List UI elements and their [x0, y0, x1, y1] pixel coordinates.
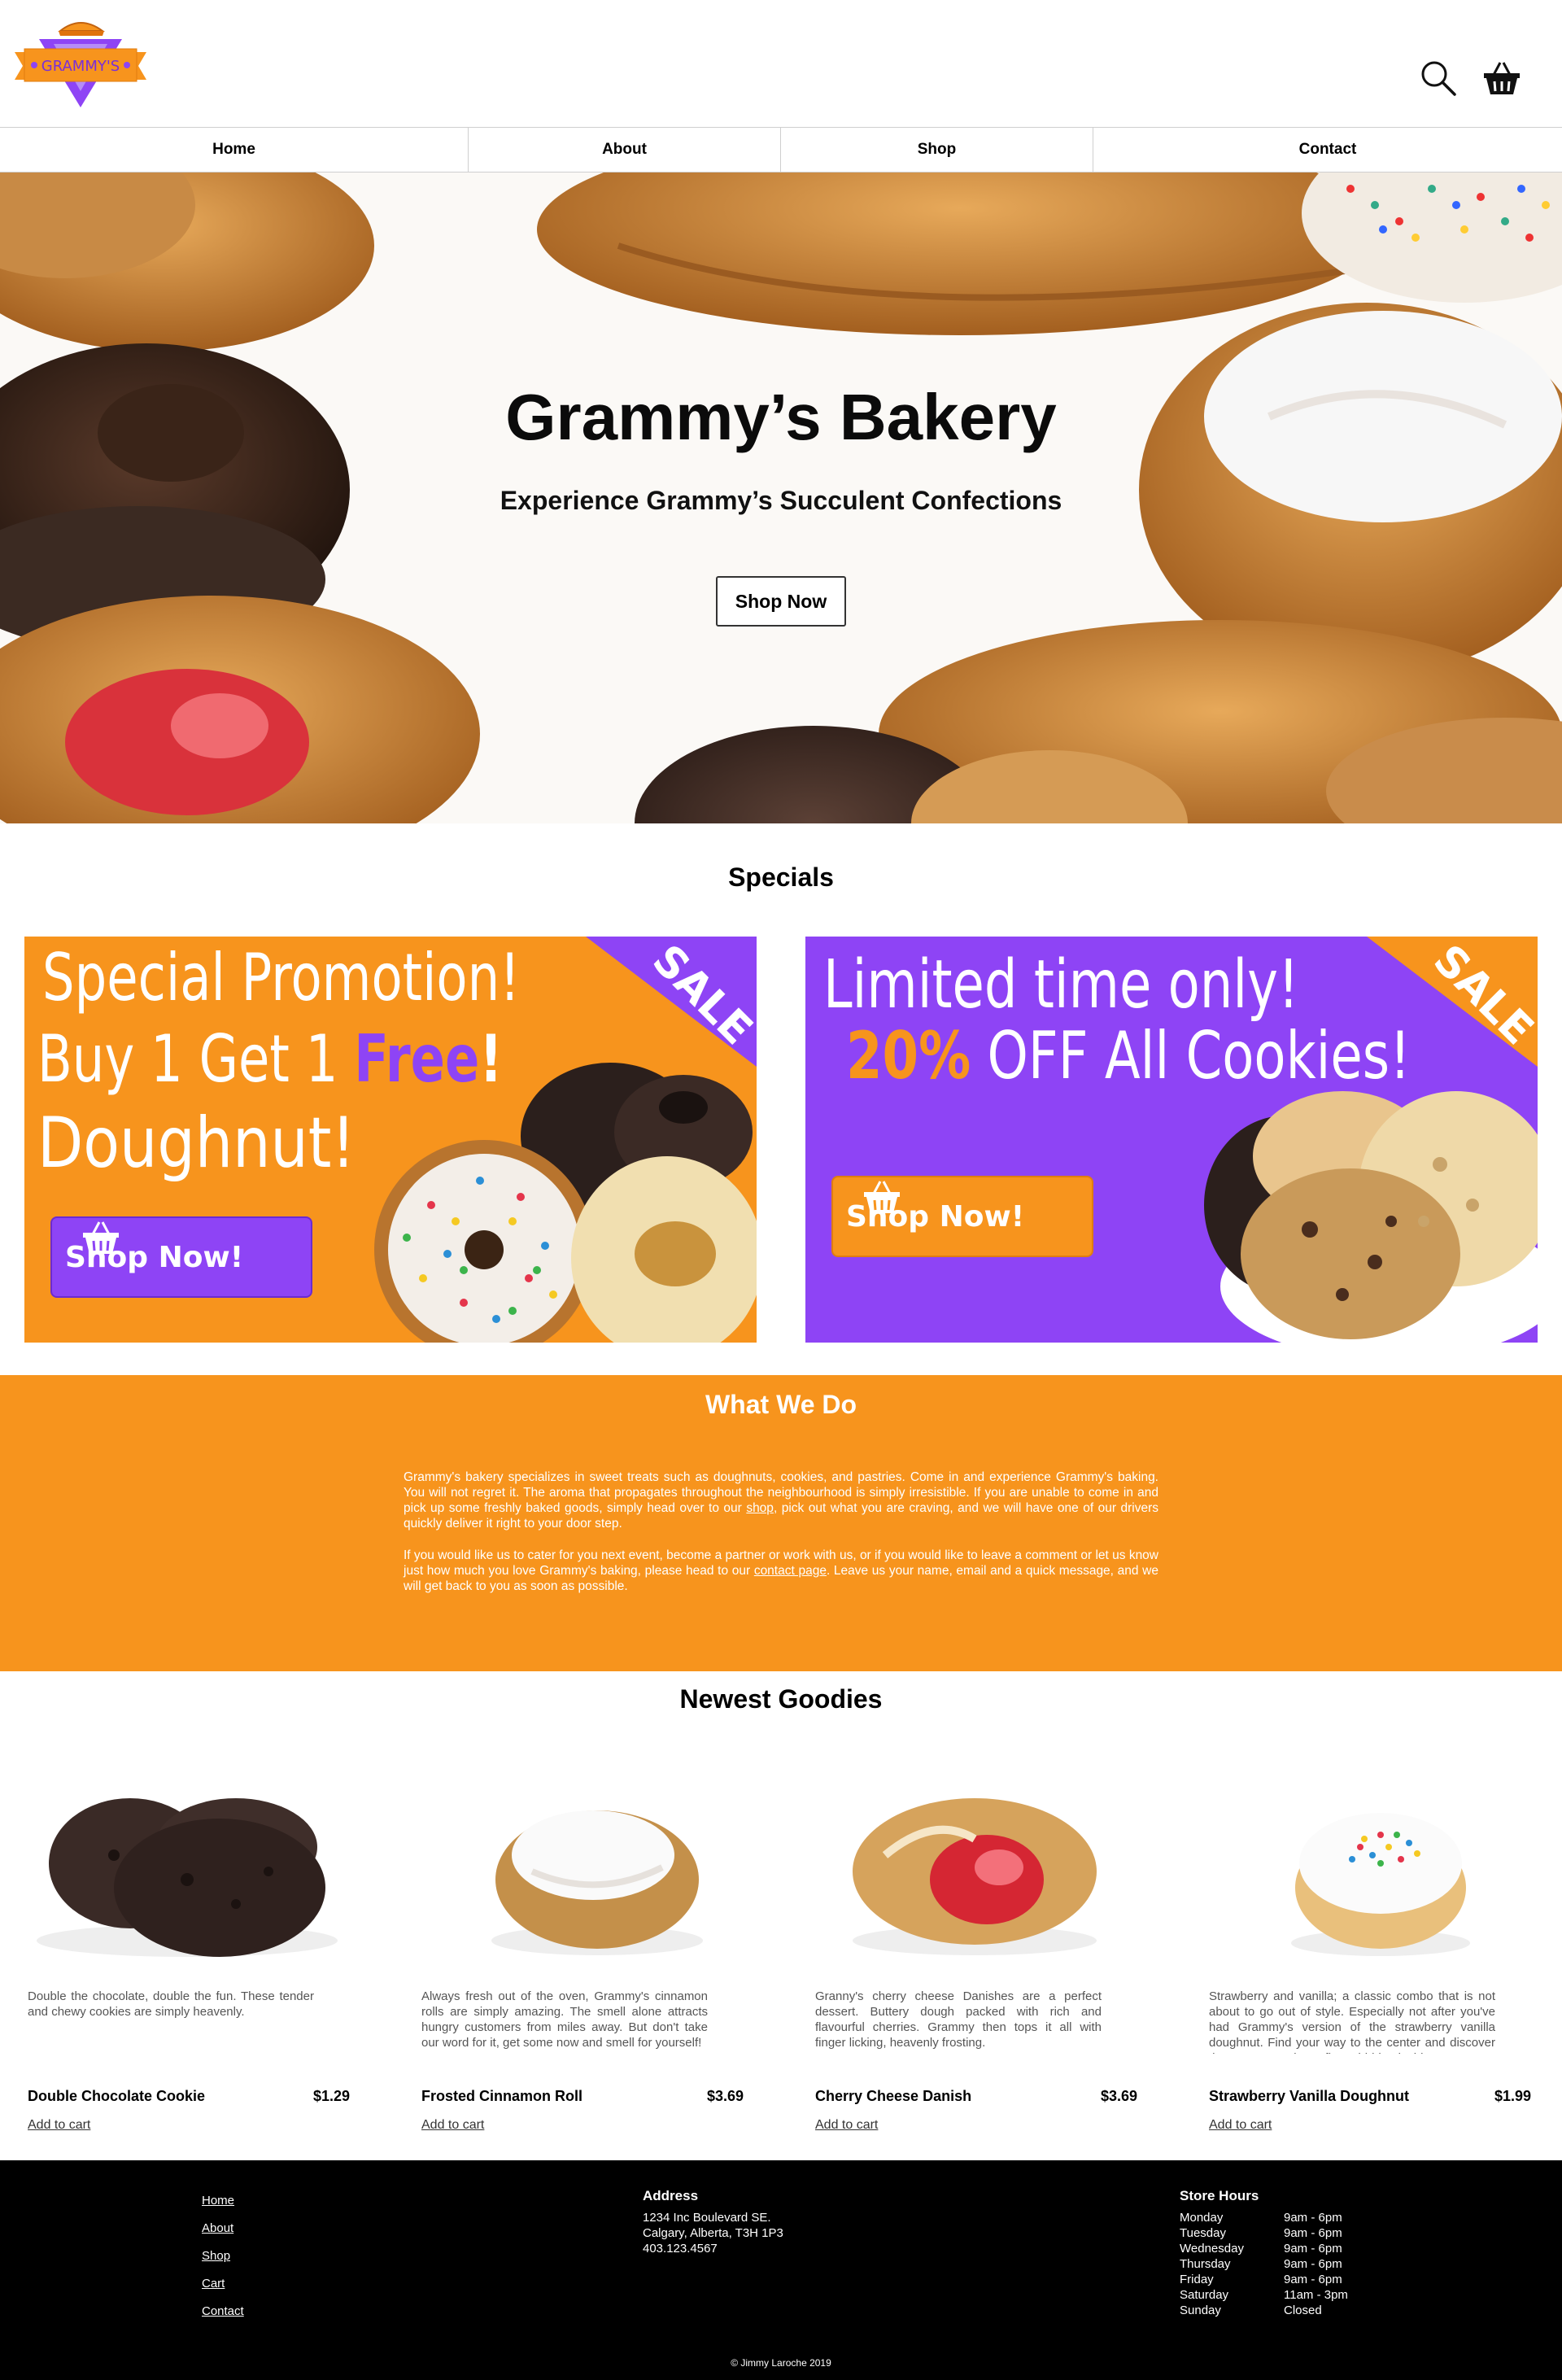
specials-title: Specials — [728, 862, 834, 892]
product-name: Cherry Cheese Danish — [815, 2088, 972, 2104]
promo1-line2-highlight: Free — [354, 1021, 480, 1097]
hours-row: Thursday 9am - 6pm — [1180, 2256, 1348, 2272]
hero-title: Grammy’s Bakery — [505, 381, 1057, 453]
footer-link-contact[interactable]: Contact — [202, 2304, 244, 2318]
hero-subtitle: Experience Grammy’s Succulent Confection… — [500, 486, 1062, 515]
hours-time: 9am - 6pm — [1284, 2226, 1342, 2240]
product-name: Double Chocolate Cookie — [28, 2088, 206, 2104]
hours-time: 9am - 6pm — [1284, 2211, 1342, 2225]
hours-day: Saturday — [1180, 2288, 1229, 2302]
hero-banner: Grammy’s Bakery Experience Grammy’s Succ… — [0, 172, 1562, 823]
promo2-line2-highlight: 20% — [846, 1018, 971, 1094]
footer-link-home[interactable]: Home — [202, 2194, 244, 2208]
hours-day: Wednesday — [1180, 2242, 1244, 2256]
double-chocolate-cookie-image[interactable] — [24, 1758, 350, 1977]
logo-text: GRAMMY'S — [41, 58, 120, 75]
what-we-do-body: Grammy's bakery specializes in sweet tre… — [404, 1469, 1158, 1610]
newest-goodies-title: Newest Goodies — [679, 1684, 883, 1714]
product-price: $3.69 — [706, 2088, 744, 2104]
hours-row: Sunday Closed — [1180, 2303, 1348, 2318]
footer-link-cart[interactable]: Cart — [202, 2277, 244, 2290]
frosted-cinnamon-roll-image[interactable] — [418, 1758, 744, 1977]
product-price: $3.69 — [1100, 2088, 1137, 2104]
add-to-cart-link[interactable]: Add to cart — [815, 2118, 878, 2133]
strawberry-vanilla-doughnut-image[interactable] — [1206, 1758, 1531, 1977]
add-to-cart-link[interactable]: Add to cart — [1209, 2118, 1272, 2133]
promo2-shop-now-button[interactable]: Shop Now! — [831, 1176, 1093, 1257]
promo1-line1: Special Promotion! — [42, 940, 521, 1015]
product-description: Granny's cherry cheese Danishes are a pe… — [815, 1989, 1102, 2050]
promo2-line2-suffix: OFF All Cookies! — [971, 1018, 1411, 1094]
shop-link[interactable]: shop — [746, 1501, 774, 1515]
promo-cookies-banner[interactable]: Limited time only! 20% OFF All Cookies! … — [805, 937, 1538, 1343]
nav-about[interactable]: About — [469, 128, 781, 172]
what-we-do-paragraph-2: If you would like us to cater for you ne… — [404, 1548, 1158, 1594]
basket-icon — [83, 1221, 119, 1254]
hours-row: Friday 9am - 6pm — [1180, 2272, 1348, 2287]
promo1-line2-suffix: ! — [479, 1021, 503, 1097]
product-card: Strawberry and vanilla; a classic combo … — [1206, 1758, 1531, 2148]
add-to-cart-link[interactable]: Add to cart — [28, 2118, 90, 2133]
nav-shop[interactable]: Shop — [781, 128, 1093, 172]
address-title: Address — [643, 2188, 699, 2203]
search-icon[interactable] — [1419, 59, 1458, 98]
hours-row: Wednesday 9am - 6pm — [1180, 2241, 1348, 2256]
promo2-line2: 20% OFF All Cookies! — [846, 1018, 1411, 1094]
nav-home[interactable]: Home — [0, 128, 469, 172]
site-footer: Home About Shop Cart Contact Address 123… — [0, 2160, 1562, 2380]
promo1-line2-prefix: Buy 1 Get 1 — [37, 1021, 355, 1097]
product-card: Double the chocolate, double the fun. Th… — [24, 1758, 350, 2148]
hours-row: Monday 9am - 6pm — [1180, 2210, 1348, 2225]
promo-doughnut-banner[interactable]: Special Promotion! Buy 1 Get 1 Free! Dou… — [24, 937, 757, 1343]
promo1-shop-now-button[interactable]: Shop Now! — [50, 1216, 312, 1298]
product-description: Always fresh out of the oven, Grammy's c… — [421, 1989, 708, 2050]
hours-day: Thursday — [1180, 2257, 1231, 2271]
hours-time: 9am - 6pm — [1284, 2257, 1342, 2271]
hours-day: Friday — [1180, 2273, 1214, 2286]
what-we-do-paragraph-1: Grammy's bakery specializes in sweet tre… — [404, 1469, 1158, 1531]
promo1-line3: Doughnut! — [37, 1103, 356, 1184]
hero-shop-now-button[interactable]: Shop Now — [716, 576, 846, 627]
main-nav: Home About Shop Contact — [0, 127, 1562, 172]
hours-time: 9am - 6pm — [1284, 2273, 1342, 2286]
footer-nav: Home About Shop Cart Contact — [202, 2194, 244, 2318]
hours-day: Sunday — [1180, 2304, 1221, 2317]
product-price: $1.29 — [312, 2088, 350, 2104]
hours-row: Tuesday 9am - 6pm — [1180, 2225, 1348, 2241]
cherry-cheese-danish-image[interactable] — [812, 1758, 1137, 1977]
add-to-cart-link[interactable]: Add to cart — [421, 2118, 484, 2133]
footer-address: Address 1234 Inc Boulevard SE. Calgary, … — [643, 2188, 783, 2256]
product-name: Strawberry Vanilla Doughnut — [1209, 2088, 1410, 2104]
hours-time: Closed — [1284, 2304, 1322, 2317]
nav-contact[interactable]: Contact — [1093, 128, 1562, 172]
contact-page-link[interactable]: contact page — [754, 1564, 827, 1578]
store-hours: Store Hours Monday 9am - 6pm Tuesday 9am -… — [1180, 2188, 1348, 2318]
address-line: Calgary, Alberta, T3H 1P3 — [643, 2226, 783, 2240]
promo2-line1: Limited time only! — [823, 946, 1299, 1024]
footer-link-shop[interactable]: Shop — [202, 2249, 244, 2263]
product-description: Double the chocolate, double the fun. Th… — [28, 1989, 314, 2019]
basket-icon[interactable] — [1482, 59, 1521, 98]
what-we-do-section: What We Do Grammy's bakery specializes i… — [0, 1375, 1562, 1671]
what-we-do-title: What We Do — [705, 1390, 857, 1419]
promo1-line2: Buy 1 Get 1 Free! — [37, 1021, 503, 1097]
hours-time: 9am - 6pm — [1284, 2242, 1342, 2256]
basket-icon — [864, 1181, 900, 1213]
store-hours-title: Store Hours — [1180, 2188, 1259, 2203]
copyright-text: © Jimmy Laroche 2019 — [731, 2357, 831, 2369]
hours-day: Tuesday — [1180, 2226, 1226, 2240]
product-name: Frosted Cinnamon Roll — [421, 2088, 582, 2104]
site-header: GRAMMY'S — [0, 0, 1562, 127]
address-line: 1234 Inc Boulevard SE. — [643, 2211, 771, 2225]
product-card: Always fresh out of the oven, Grammy's c… — [418, 1758, 744, 2148]
footer-link-about[interactable]: About — [202, 2221, 244, 2235]
product-price: $1.99 — [1494, 2088, 1531, 2104]
grammys-logo[interactable]: GRAMMY'S — [11, 11, 150, 109]
hours-row: Saturday 11am - 3pm — [1180, 2287, 1348, 2303]
product-card: Granny's cherry cheese Danishes are a pe… — [812, 1758, 1137, 2148]
product-description: Strawberry and vanilla; a classic combo … — [1209, 1989, 1495, 2054]
hours-time: 11am - 3pm — [1284, 2288, 1348, 2302]
phone-number: 403.123.4567 — [643, 2242, 718, 2256]
hours-day: Monday — [1180, 2211, 1224, 2225]
